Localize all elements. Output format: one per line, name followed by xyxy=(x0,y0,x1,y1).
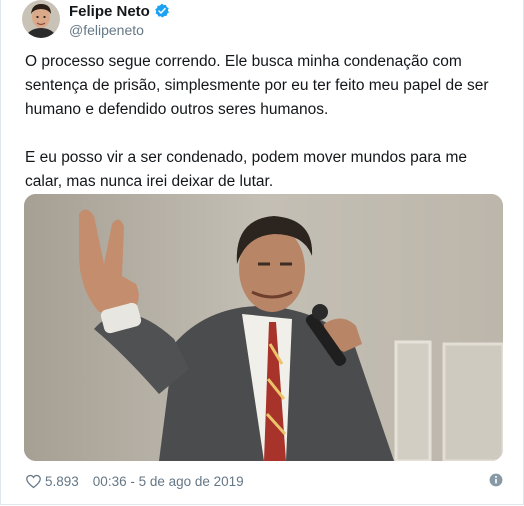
profile-avatar-icon xyxy=(22,0,60,38)
tweet-footer: 5.893 00:36 - 5 de ago de 2019 xyxy=(25,470,503,492)
info-icon[interactable] xyxy=(489,473,503,487)
tweet-text: O processo segue correndo. Ele busca min… xyxy=(25,53,489,190)
display-name[interactable]: Felipe Neto xyxy=(69,3,150,20)
user-handle[interactable]: @felipeneto xyxy=(69,22,144,38)
avatar[interactable] xyxy=(22,0,60,38)
timestamp[interactable]: 00:36 - 5 de ago de 2019 xyxy=(93,474,244,489)
tweet-image[interactable] xyxy=(24,194,503,461)
verified-badge-icon xyxy=(154,3,170,19)
tweet-card: Felipe Neto @felipeneto O processo segue… xyxy=(0,0,524,505)
heart-icon[interactable] xyxy=(25,473,42,490)
photo-man-raising-hand-with-microphone-icon xyxy=(24,194,503,461)
name-row: Felipe Neto xyxy=(69,1,170,21)
like-count[interactable]: 5.893 xyxy=(45,474,79,489)
